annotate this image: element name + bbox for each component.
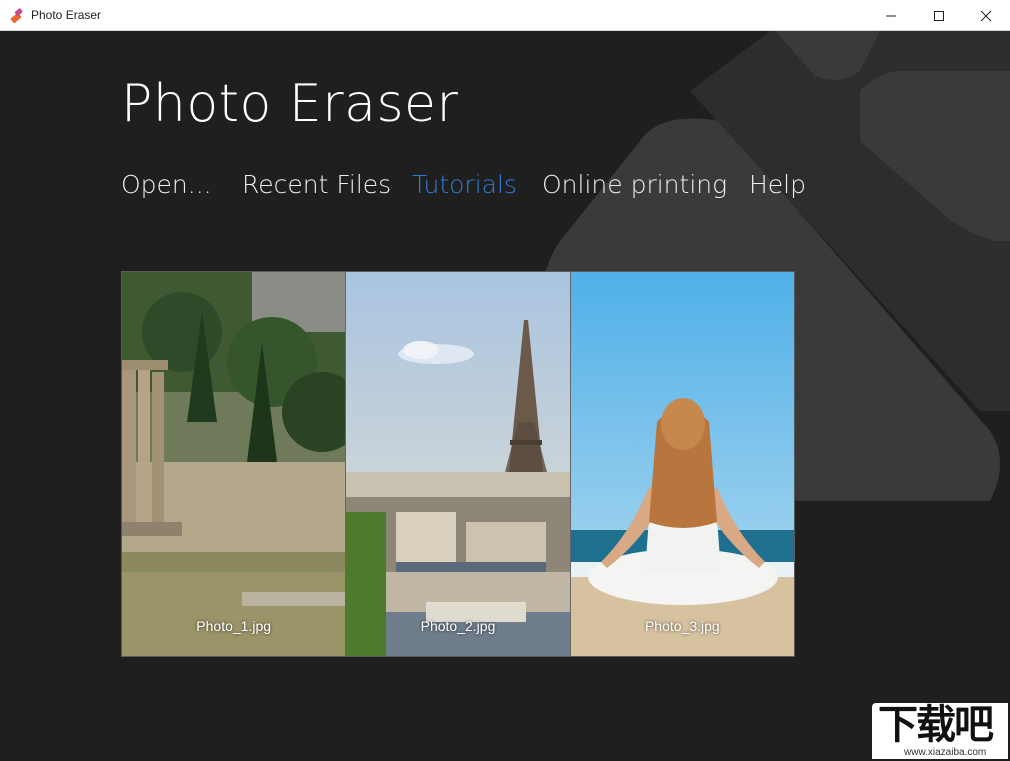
site-watermark: 下载吧 www.xiazaiba.com (872, 703, 1008, 759)
photo-3-thumbnail (570, 272, 794, 656)
maximize-button[interactable] (916, 0, 962, 31)
nav-open[interactable]: Open... (121, 170, 212, 199)
photo-tile-3[interactable]: Photo_3.jpg (569, 272, 794, 656)
app-heading: Photo Eraser (121, 74, 459, 134)
minimize-icon (886, 15, 896, 16)
watermark-url: www.xiazaiba.com (904, 747, 987, 758)
nav-recent-files[interactable]: Recent Files (242, 170, 391, 199)
photo-tile-1[interactable]: Photo_1.jpg (122, 272, 346, 656)
nav-help[interactable]: Help (749, 170, 806, 199)
tutorial-gallery: Photo_1.jpg Photo_2.jpg Photo_3.jpg (121, 271, 795, 657)
title-bar: Photo Eraser (0, 0, 1010, 31)
maximize-icon (934, 10, 944, 21)
photo-1-caption: Photo_1.jpg (196, 618, 272, 634)
nav-tutorials[interactable]: Tutorials (412, 170, 517, 199)
nav-online-printing[interactable]: Online printing (542, 170, 727, 199)
app-icon (10, 8, 23, 23)
close-icon (980, 10, 992, 21)
minimize-button[interactable] (868, 0, 914, 31)
watermark-logo: 下载吧 (878, 702, 994, 748)
photo-2-caption: Photo_2.jpg (420, 618, 496, 634)
photo-tile-2[interactable]: Photo_2.jpg (345, 272, 570, 656)
app-window: Photo Eraser Photo Eraser Open... Recent… (0, 0, 1010, 761)
window-title: Photo Eraser (31, 8, 102, 22)
close-button[interactable] (963, 0, 1009, 31)
photo-3-caption: Photo_3.jpg (644, 618, 720, 634)
photo-1-thumbnail (122, 272, 346, 656)
photo-2-thumbnail (346, 272, 570, 656)
